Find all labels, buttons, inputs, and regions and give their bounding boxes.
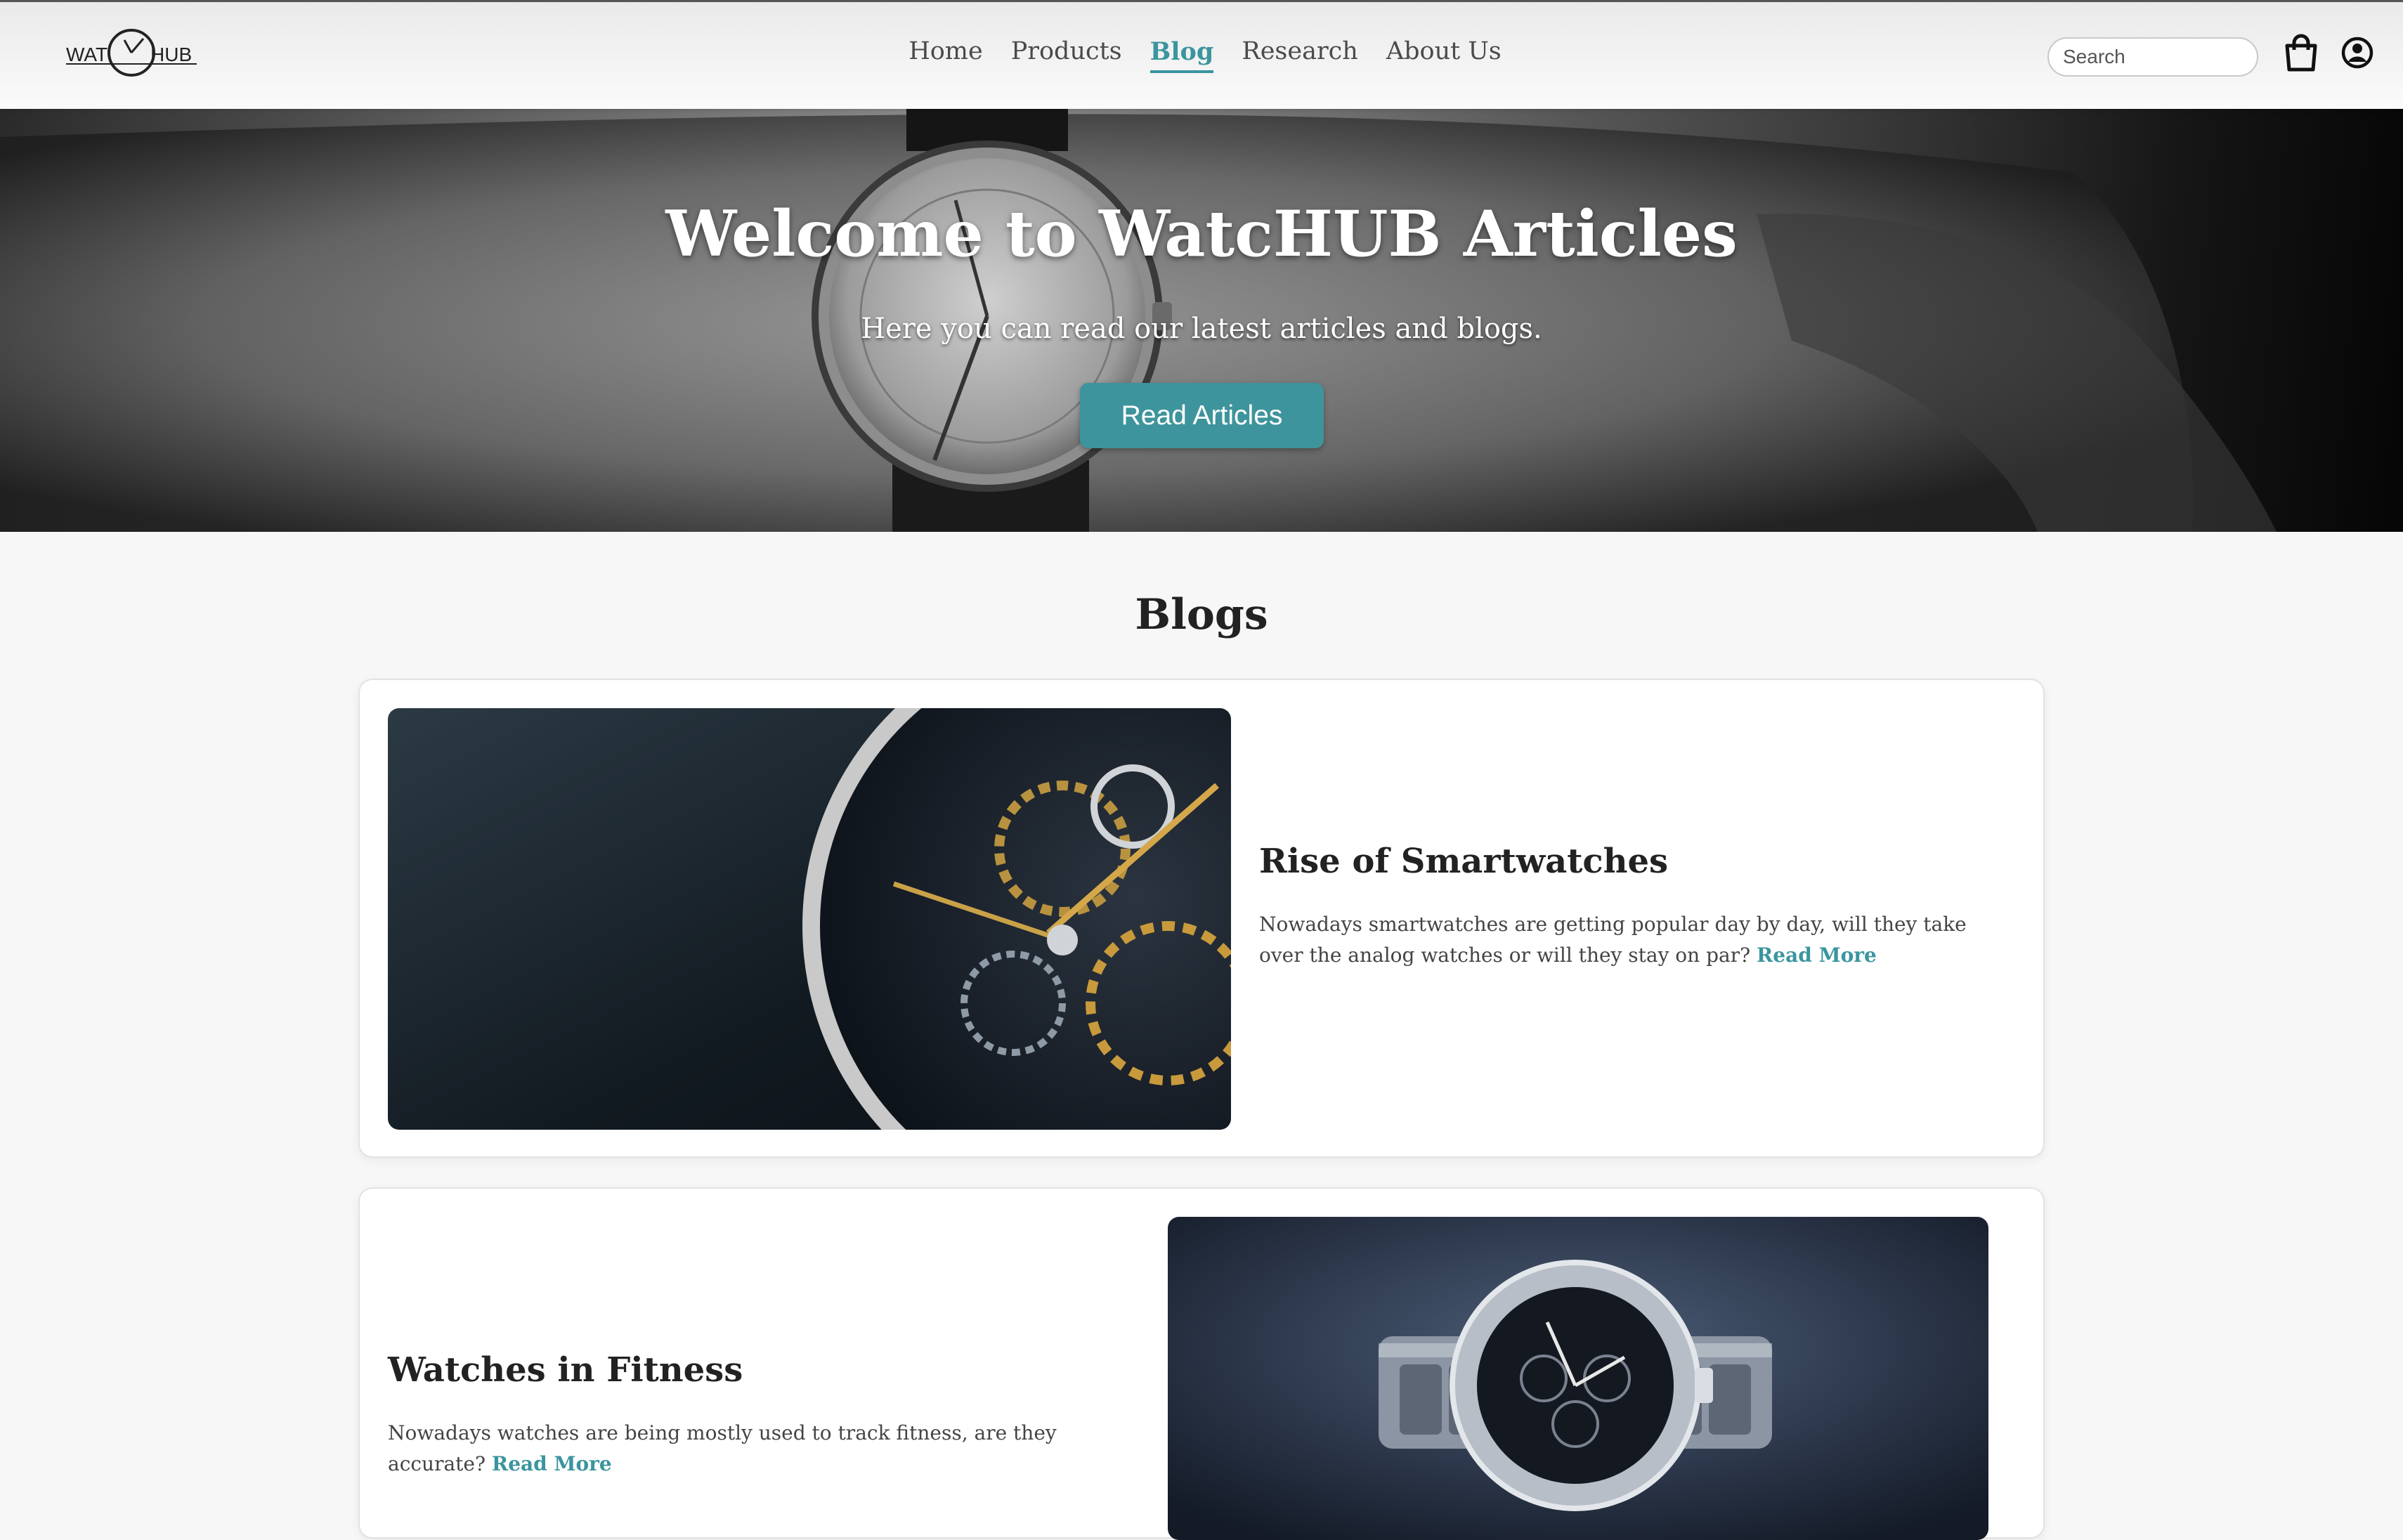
- hero-subtitle: Here you can read our latest articles an…: [861, 313, 1542, 345]
- read-more-link[interactable]: Read More: [1757, 944, 1877, 967]
- nav-research[interactable]: Research: [1242, 37, 1357, 73]
- search-input[interactable]: [2047, 37, 2258, 77]
- read-articles-button[interactable]: Read Articles: [1080, 383, 1324, 448]
- blogs-heading: Blogs: [1135, 590, 1268, 639]
- nav-products[interactable]: Products: [1011, 37, 1122, 73]
- steel-chronograph-watch-image[interactable]: [1168, 1217, 1988, 1540]
- blog-description: Nowadays watches are being mostly used t…: [388, 1418, 1147, 1480]
- nav-blog[interactable]: Blog: [1150, 37, 1214, 73]
- shopping-bag-icon[interactable]: [2280, 32, 2322, 74]
- blog-card-rise-of-smartwatches: Rise of Smartwatches Nowadays smartwatch…: [358, 679, 2045, 1158]
- nav-about-us[interactable]: About Us: [1386, 37, 1502, 73]
- blog-description: Nowadays smartwatches are getting popula…: [1259, 909, 1976, 971]
- hero-title: Welcome to WatcHUB Articles: [665, 197, 1738, 271]
- blog-title: Watches in Fitness: [388, 1350, 743, 1390]
- blog-card-text: Rise of Smartwatches Nowadays smartwatch…: [1259, 842, 1976, 971]
- user-account-icon[interactable]: [2336, 32, 2378, 74]
- blog-description-text: Nowadays watches are being mostly used t…: [388, 1421, 1057, 1475]
- skeleton-watch-image[interactable]: [388, 708, 1231, 1130]
- read-more-link[interactable]: Read More: [492, 1452, 612, 1475]
- main-nav: Home Products Blog Research About Us: [0, 37, 2403, 73]
- blog-card-text: Watches in Fitness Nowadays watches are …: [388, 1350, 1147, 1480]
- navbar: WAT HUB Home Products Blog Research Abou…: [0, 0, 2403, 109]
- blog-title: Rise of Smartwatches: [1259, 842, 1669, 881]
- nav-home[interactable]: Home: [909, 37, 983, 73]
- blog-card-watches-in-fitness: Watches in Fitness Nowadays watches are …: [358, 1187, 2045, 1540]
- hero-banner: Welcome to WatcHUB Articles Here you can…: [0, 109, 2403, 532]
